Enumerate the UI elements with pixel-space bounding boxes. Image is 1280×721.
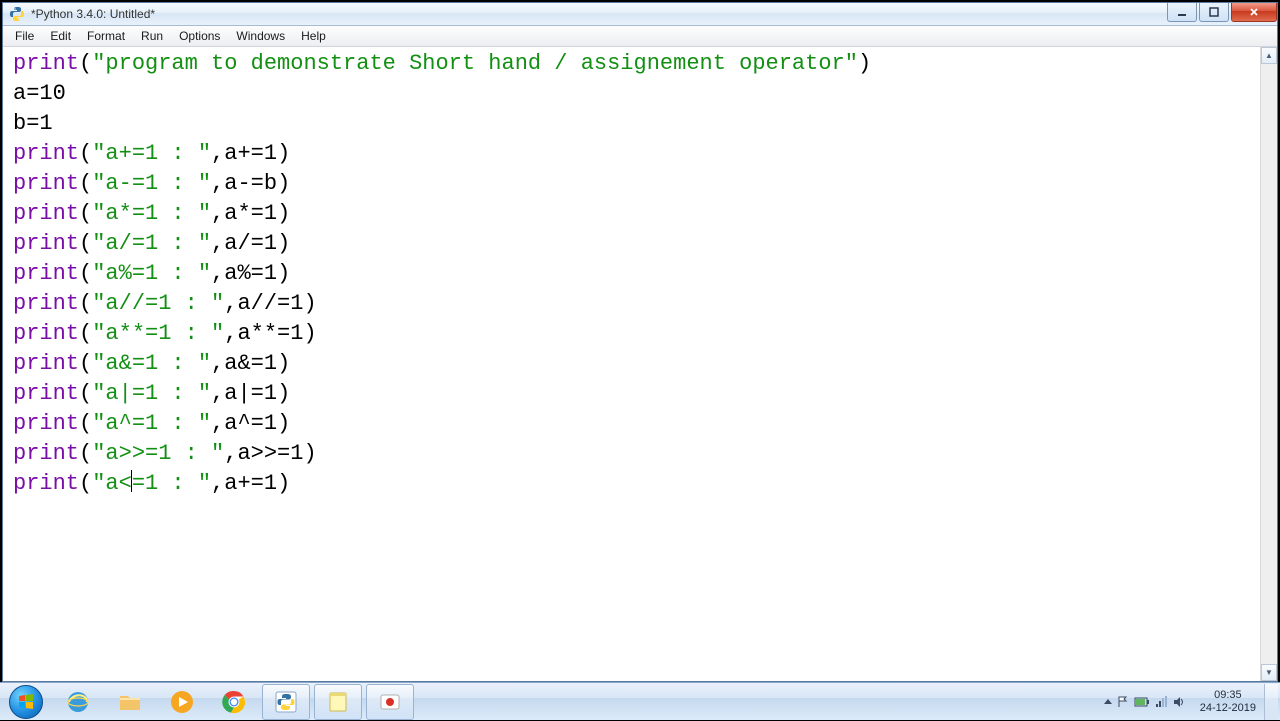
tray-volume-icon[interactable] (1172, 695, 1186, 709)
tray-date: 24-12-2019 (1200, 702, 1256, 715)
system-tray: 09:35 24-12-2019 (1098, 683, 1280, 720)
tray-icons[interactable] (1098, 695, 1192, 709)
menu-options[interactable]: Options (171, 27, 228, 45)
taskbar-notes[interactable] (314, 684, 362, 720)
tray-chevron-icon[interactable] (1104, 699, 1112, 704)
titlebar[interactable]: *Python 3.4.0: Untitled* (3, 3, 1277, 26)
start-button[interactable] (0, 683, 52, 721)
menu-file[interactable]: File (7, 27, 42, 45)
window-title: *Python 3.4.0: Untitled* (29, 7, 1167, 21)
maximize-button[interactable] (1199, 3, 1229, 22)
window-controls (1167, 3, 1277, 25)
tray-time: 09:35 (1200, 689, 1256, 702)
idle-window: *Python 3.4.0: Untitled* File Edit Forma… (2, 2, 1278, 682)
taskbar: 09:35 24-12-2019 (0, 682, 1280, 720)
menu-run[interactable]: Run (133, 27, 171, 45)
code-editor[interactable]: print("program to demonstrate Short hand… (3, 47, 1260, 681)
taskbar-media-player[interactable] (158, 684, 206, 720)
tray-battery-icon[interactable] (1134, 696, 1150, 708)
close-button[interactable] (1231, 3, 1277, 22)
taskbar-chrome[interactable] (210, 684, 258, 720)
menubar: File Edit Format Run Options Windows Hel… (3, 26, 1277, 47)
menu-windows[interactable]: Windows (228, 27, 293, 45)
show-desktop-button[interactable] (1264, 684, 1278, 720)
windows-logo-icon (17, 693, 35, 711)
vertical-scrollbar[interactable]: ▲ ▼ (1260, 47, 1277, 681)
tray-clock[interactable]: 09:35 24-12-2019 (1192, 685, 1264, 719)
python-icon (9, 6, 25, 22)
taskbar-recorder[interactable] (366, 684, 414, 720)
tray-network-icon[interactable] (1154, 695, 1168, 709)
scroll-down-button[interactable]: ▼ (1261, 664, 1277, 681)
taskbar-ie[interactable] (54, 684, 102, 720)
pinned-apps (52, 683, 416, 720)
menu-edit[interactable]: Edit (42, 27, 79, 45)
minimize-button[interactable] (1167, 3, 1197, 22)
menu-format[interactable]: Format (79, 27, 133, 45)
text-caret (131, 470, 132, 492)
menu-help[interactable]: Help (293, 27, 334, 45)
taskbar-explorer[interactable] (106, 684, 154, 720)
taskbar-idle[interactable] (262, 684, 310, 720)
tray-flag-icon[interactable] (1116, 695, 1130, 709)
builtin-print: print (13, 51, 79, 76)
editor-area: print("program to demonstrate Short hand… (3, 47, 1277, 681)
scroll-track[interactable] (1261, 64, 1277, 664)
scroll-up-button[interactable]: ▲ (1261, 47, 1277, 64)
